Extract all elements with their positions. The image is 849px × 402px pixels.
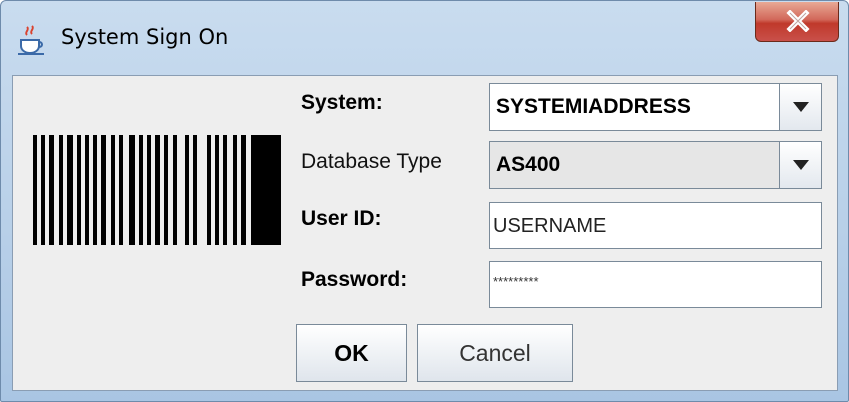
sign-on-dialog: System Sign On System: SYSTEMIADDRESS Da… [0, 0, 849, 402]
database-type-combobox[interactable]: AS400 [489, 141, 822, 189]
database-type-dropdown-button[interactable] [779, 142, 821, 188]
user-id-value: USERNAME [493, 215, 607, 237]
database-type-label: Database Type [301, 150, 442, 173]
password-label: Password: [301, 268, 408, 291]
chevron-down-icon [793, 160, 809, 170]
close-icon [786, 10, 810, 32]
password-value: ********* [493, 274, 539, 289]
chevron-down-icon [793, 102, 809, 112]
cancel-button[interactable]: Cancel [417, 324, 573, 382]
window-title: System Sign On [61, 25, 229, 49]
user-id-field[interactable]: USERNAME [489, 202, 822, 249]
cancel-button-label: Cancel [459, 340, 531, 366]
close-button[interactable] [755, 2, 839, 42]
system-combobox[interactable]: SYSTEMIADDRESS [489, 83, 822, 131]
barcode-image [33, 135, 281, 245]
database-type-value: AS400 [496, 153, 561, 176]
title-bar[interactable]: System Sign On [1, 1, 848, 75]
ok-button-label: OK [334, 340, 369, 366]
system-label: System: [301, 91, 383, 114]
password-field[interactable]: ********* [489, 261, 822, 308]
user-id-label: User ID: [301, 207, 382, 230]
java-coffee-icon [18, 25, 44, 55]
system-value: SYSTEMIADDRESS [496, 95, 691, 118]
ok-button[interactable]: OK [296, 324, 407, 382]
dialog-body: System: SYSTEMIADDRESS Database Type AS4… [12, 75, 838, 391]
system-dropdown-button[interactable] [779, 84, 821, 130]
